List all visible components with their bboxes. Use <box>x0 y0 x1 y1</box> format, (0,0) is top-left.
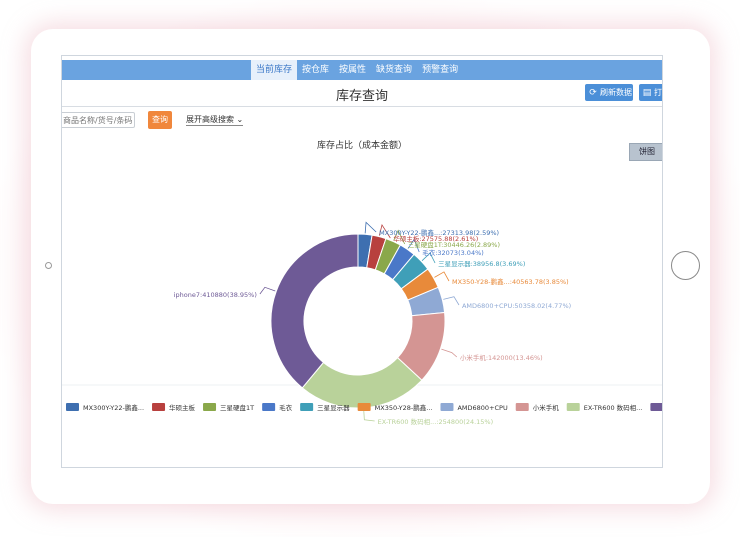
legend-item[interactable]: MX350-Y28-鹏鑫... <box>357 403 433 412</box>
legend-label: 小米手机 <box>533 403 560 412</box>
tab-by-warehouse[interactable]: 按仓库 <box>297 60 334 80</box>
slice-data-label: 毛衣:32073(3.04%) <box>422 248 484 257</box>
legend-item[interactable]: 华硕主板 <box>152 403 196 412</box>
legend-swatch <box>650 403 662 411</box>
legend-item[interactable]: AMD6800+CPU <box>440 403 508 412</box>
legend-label: MX350-Y28-鹏鑫... <box>375 403 433 412</box>
tab-current-stock[interactable]: 当前库存 <box>251 60 298 80</box>
label-leader-line <box>443 296 460 306</box>
advanced-search-toggle[interactable]: 展开高级搜索 ⌄ <box>186 114 244 126</box>
page-title: 库存查询 <box>335 89 388 104</box>
slice-data-label: AMD6800+CPU:50358.02(4.77%) <box>462 302 571 310</box>
slice-data-label: 三星显示器:38956.8(3.69%) <box>438 260 525 268</box>
slice-data-label: MX350-Y28-鹏鑫...:40563.78(3.85%) <box>452 277 569 286</box>
label-leader-line <box>441 348 458 358</box>
legend-swatch <box>515 403 529 411</box>
legend-item[interactable]: iphone7 <box>650 403 662 412</box>
search-input[interactable] <box>62 112 135 128</box>
legend-label: 三星硬盘1T <box>220 403 254 412</box>
refresh-label: 刷新数据 <box>600 88 632 97</box>
legend-swatch <box>566 403 580 411</box>
camera-icon <box>45 262 52 269</box>
legend-item[interactable]: 小米手机 <box>515 403 560 412</box>
chart-title: 库存占比（成本金额） <box>317 139 407 151</box>
legend-label: EX-TR600 数码相... <box>584 403 643 412</box>
chart-legend: MX300Y-Y22-鹏鑫... 华硕主板 三星硬盘1T 毛衣 三星显示器 MX350-Y… <box>66 403 662 412</box>
slice-data-label: 小米手机:142000(13.46%) <box>460 353 543 362</box>
legend-item[interactable]: 三星显示器 <box>300 403 350 412</box>
refresh-icon: ⟳ <box>589 88 597 98</box>
printer-icon: ▤ <box>642 88 652 98</box>
tab-alert-query[interactable]: 预警查询 <box>417 60 463 80</box>
slice-data-label: iphone7:410880(38.95%) <box>174 291 257 299</box>
query-button[interactable]: 查询 <box>148 111 172 129</box>
tab-out-of-stock[interactable]: 缺货查询 <box>371 60 417 80</box>
chevron-down-icon: ⌄ <box>236 115 244 124</box>
legend-swatch <box>440 403 454 411</box>
legend-swatch <box>152 403 166 411</box>
tab-by-attribute[interactable]: 按属性 <box>334 60 371 80</box>
legend-item[interactable]: EX-TR600 数码相... <box>566 403 643 412</box>
legend-item[interactable]: MX300Y-Y22-鹏鑫... <box>66 403 144 412</box>
label-leader-line <box>434 271 450 282</box>
slice-data-label: EX-TR600 数码相...:254800(24.15%) <box>378 417 494 426</box>
donut-slice[interactable] <box>270 233 359 389</box>
home-button[interactable] <box>671 251 700 280</box>
advanced-search-label: 展开高级搜索 <box>186 115 234 124</box>
legend-swatch <box>66 403 79 411</box>
legend-label: 华硕主板 <box>169 403 196 412</box>
label-leader-line <box>259 286 276 295</box>
legend-swatch <box>357 403 371 411</box>
app-screen: 当前库存 按仓库 按属性 缺货查询 预警查询 库存查询 ⟳刷新数据 ▤打印 查询… <box>61 55 663 468</box>
legend-item[interactable]: 三星硬盘1T <box>203 403 254 412</box>
slice-data-label: 三星硬盘1T:30446.26(2.89%) <box>408 240 500 249</box>
nav-tabs: 当前库存 按仓库 按属性 缺货查询 预警查询 <box>251 60 463 80</box>
search-row: 查询 展开高级搜索 ⌄ <box>62 111 662 131</box>
tablet-frame: 当前库存 按仓库 按属性 缺货查询 预警查询 库存查询 ⟳刷新数据 ▤打印 查询… <box>31 29 710 504</box>
inventory-donut-chart: 库存占比（成本金额） MX300Y-Y22-鹏鑫...:27313.98(2.5… <box>62 139 662 426</box>
legend-label: MX300Y-Y22-鹏鑫... <box>83 403 144 412</box>
print-label: 打印 <box>654 88 662 97</box>
refresh-button[interactable]: ⟳ 刷新数据 <box>585 84 633 101</box>
legend-item[interactable]: 毛衣 <box>262 403 293 412</box>
top-navbar: 当前库存 按仓库 按属性 缺货查询 预警查询 <box>62 60 662 80</box>
legend-swatch <box>203 403 217 411</box>
print-button[interactable]: ▤打印 <box>639 84 662 101</box>
legend-swatch <box>262 403 276 411</box>
legend-label: AMD6800+CPU <box>457 404 508 412</box>
label-leader-line <box>364 221 377 234</box>
title-bar: 库存查询 ⟳刷新数据 ▤打印 <box>62 80 662 107</box>
legend-label: 毛衣 <box>279 403 293 412</box>
legend-label: 三星显示器 <box>317 404 350 412</box>
chart-slices <box>270 233 446 409</box>
legend-swatch <box>300 403 314 411</box>
